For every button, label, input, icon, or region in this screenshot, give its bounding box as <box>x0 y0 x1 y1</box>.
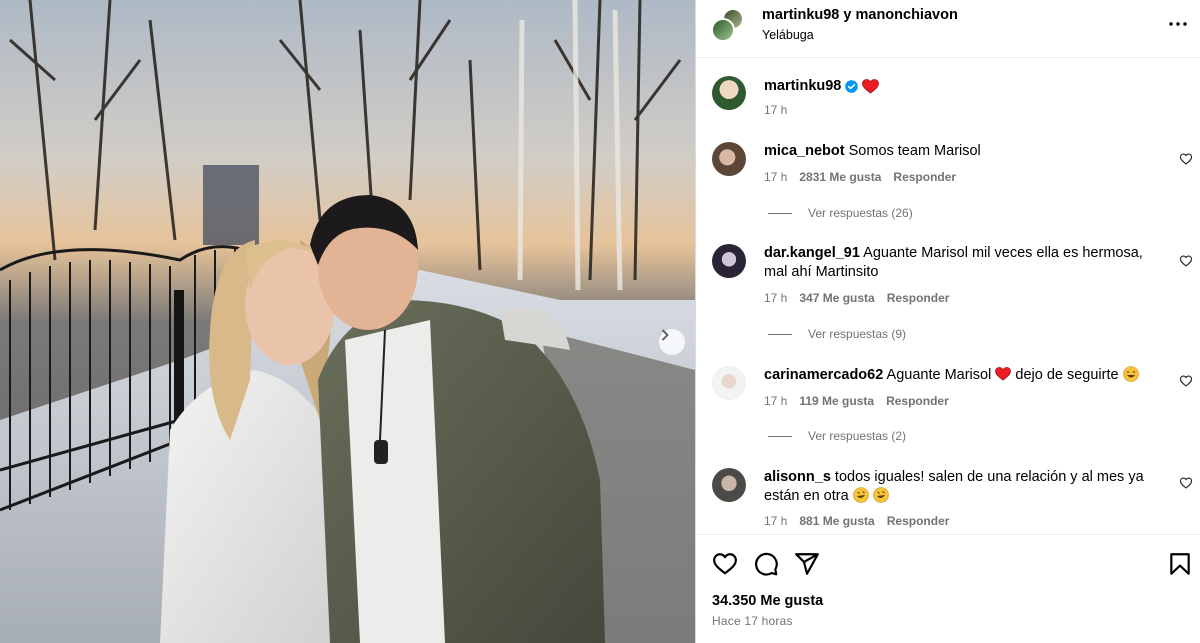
laughing-emoji-icon <box>1122 366 1139 382</box>
avatar[interactable] <box>712 142 746 176</box>
red-heart-emoji-icon <box>995 367 1012 381</box>
like-comment-icon[interactable] <box>1179 374 1193 388</box>
view-replies-button[interactable]: Ver respuestas (9) <box>768 327 906 341</box>
view-replies-label: Ver respuestas (9) <box>808 327 907 341</box>
comment-icon[interactable] <box>753 551 779 577</box>
post-header: martinku98 y manonchiavon Yelábuga <box>696 0 1200 58</box>
red-heart-emoji-icon <box>862 78 880 93</box>
view-replies-button[interactable]: Ver respuestas (26) <box>768 206 913 220</box>
comment-likes[interactable]: 881 Me gusta <box>799 514 874 528</box>
comment-likes[interactable]: 119 Me gusta <box>799 394 874 408</box>
save-bookmark-icon[interactable] <box>1167 551 1193 577</box>
post-photo[interactable] <box>0 0 695 643</box>
view-replies-button[interactable]: Ver respuestas (2) <box>768 429 906 443</box>
view-replies-label: Ver respuestas (2) <box>808 429 907 443</box>
like-comment-icon[interactable] <box>1179 152 1193 166</box>
avatar[interactable] <box>712 244 746 278</box>
post-likes-count[interactable]: 34.350 Me gusta <box>712 593 823 609</box>
comment-body: carinamercado62 Aguante Marisol dejo de … <box>764 366 1164 385</box>
post-timestamp[interactable]: Hace 17 horas <box>712 614 793 628</box>
comment-meta: 17 h 119 Me gusta Responder <box>764 394 949 408</box>
comment-username[interactable]: dar.kangel_91 <box>764 245 860 261</box>
more-horizontal-icon <box>1169 22 1187 26</box>
reply-button[interactable]: Responder <box>887 291 950 305</box>
share-icon[interactable] <box>794 551 820 577</box>
comment-body: alisonn_s todos iguales! salen de una re… <box>764 468 1164 506</box>
avatar[interactable] <box>712 76 746 110</box>
comment-text: Aguante Marisol <box>886 367 992 383</box>
more-options-button[interactable] <box>1168 14 1188 34</box>
post-actions: 34.350 Me gusta Hace 17 horas <box>696 534 1200 643</box>
comment-text: Somos team Marisol <box>848 143 981 159</box>
comment-time[interactable]: 17 h <box>764 170 787 184</box>
rofl-emoji-icon <box>872 487 889 503</box>
replies-line <box>768 212 792 214</box>
caption-author: martinku98 <box>764 78 880 94</box>
avatar[interactable] <box>712 468 746 502</box>
rofl-emoji-icon <box>852 487 869 503</box>
view-replies-label: Ver respuestas (26) <box>808 206 913 220</box>
caption-username[interactable]: martinku98 <box>764 78 841 94</box>
post-location[interactable]: Yelábuga <box>762 28 814 42</box>
like-comment-icon[interactable] <box>1179 254 1193 268</box>
avatar[interactable] <box>712 366 746 400</box>
caption-time[interactable]: 17 h <box>764 103 787 117</box>
like-icon[interactable] <box>712 551 738 577</box>
reply-button[interactable]: Responder <box>893 170 956 184</box>
verified-badge-icon <box>845 79 859 93</box>
comment-time[interactable]: 17 h <box>764 394 787 408</box>
replies-line <box>768 333 792 335</box>
photo-scene <box>0 0 695 643</box>
comment-body: dar.kangel_91 Aguante Marisol mil veces … <box>764 244 1164 282</box>
chevron-right-icon <box>662 329 669 341</box>
replies-line <box>768 435 792 437</box>
comment-username[interactable]: alisonn_s <box>764 469 831 485</box>
comment-meta: 17 h 881 Me gusta Responder <box>764 514 949 528</box>
comment-meta: 17 h 2831 Me gusta Responder <box>764 170 956 184</box>
next-photo-button[interactable] <box>659 329 685 355</box>
like-comment-icon[interactable] <box>1179 476 1193 490</box>
comment-likes[interactable]: 347 Me gusta <box>799 291 874 305</box>
comment-time[interactable]: 17 h <box>764 291 787 305</box>
collab-avatar-primary[interactable] <box>711 18 735 42</box>
comment-meta: 17 h 347 Me gusta Responder <box>764 291 949 305</box>
comment-username[interactable]: mica_nebot <box>764 143 845 159</box>
post-detail-panel: martinku98 y manonchiavon Yelábuga marti… <box>696 0 1200 643</box>
comment-likes[interactable]: 2831 Me gusta <box>799 170 881 184</box>
reply-button[interactable]: Responder <box>886 394 949 408</box>
comment-text-continued: dejo de seguirte <box>1015 367 1119 383</box>
comment-time[interactable]: 17 h <box>764 514 787 528</box>
comment-body: mica_nebot Somos team Marisol <box>764 142 1164 161</box>
post-authors[interactable]: martinku98 y manonchiavon <box>762 7 958 23</box>
comment-username[interactable]: carinamercado62 <box>764 367 883 383</box>
reply-button[interactable]: Responder <box>887 514 950 528</box>
